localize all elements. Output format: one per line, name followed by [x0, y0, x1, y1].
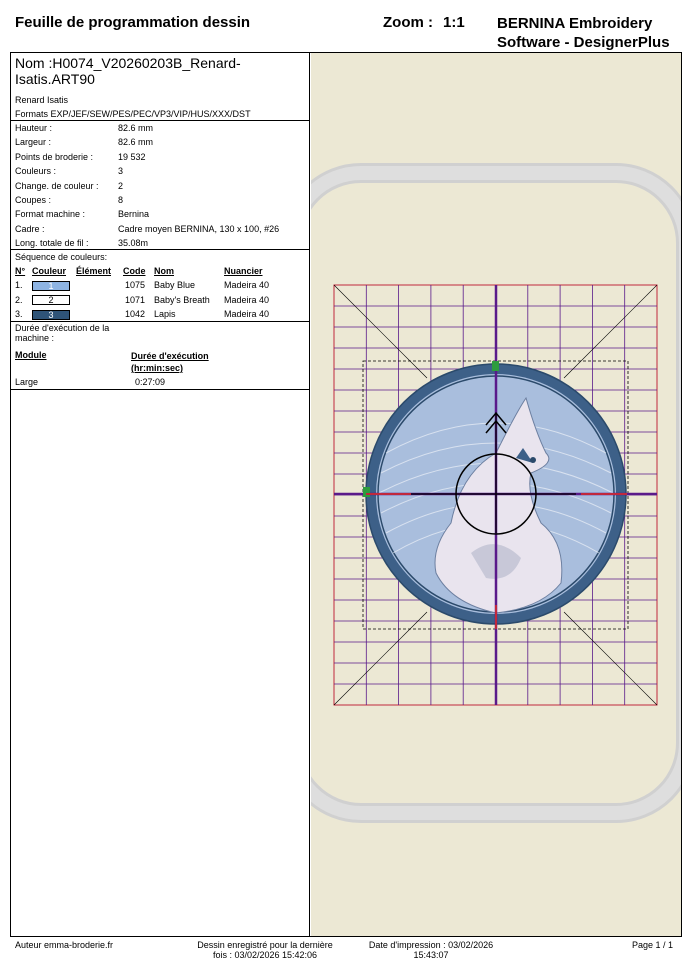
color-row-chart: Madeira 40 — [224, 309, 270, 319]
col-header-num: N° — [15, 266, 26, 276]
property-label: Hauteur : — [15, 123, 53, 133]
property-label: Coupes : — [15, 195, 52, 205]
design-subtitle: Renard Isatis — [15, 95, 69, 105]
property-value: 82.6 mm — [118, 123, 154, 133]
footer-print-date: Date d'impression : 03/02/2026 15:43:07 — [357, 940, 505, 960]
brand-line1: BERNINA Embroidery — [497, 15, 653, 32]
property-label: Points de broderie : — [15, 151, 94, 162]
property-value: 19 532 — [118, 151, 146, 162]
property-label: Couleurs : — [15, 166, 57, 177]
runtime-duration-header: Durée d'exécution (hr:min:sec) — [131, 350, 209, 374]
property-label: Cadre : — [15, 223, 45, 234]
property-label: Long. totale de fil : — [15, 238, 89, 249]
property-label: Change. de couleur : — [15, 180, 99, 191]
footer-saved: Dessin enregistré pour la dernière fois … — [185, 940, 345, 960]
property-value: 8 — [118, 195, 124, 205]
divider — [11, 120, 310, 121]
brand-line2: Software - DesignerPlus — [497, 34, 670, 51]
color-row-code: 1075 — [125, 280, 146, 290]
footer-author: Auteur emma-broderie.fr — [15, 940, 114, 950]
footer-saved-line1: Dessin enregistré pour la dernière — [197, 940, 333, 950]
col-header-element: Élément — [76, 266, 112, 276]
color-swatch: 2 — [32, 295, 70, 305]
zoom-value: 1:1 — [443, 14, 465, 31]
property-value: Cadre moyen BERNINA, 130 x 100, #26 — [118, 223, 280, 234]
col-header-code: Code — [123, 266, 146, 276]
brand-label: BERNINA Embroidery Software - DesignerPl… — [497, 14, 670, 52]
divider — [11, 249, 310, 250]
design-name-line2: Isatis.ART90 — [15, 71, 95, 87]
footer-print-line1: Date d'impression : 03/02/2026 — [368, 940, 494, 950]
property-value: 82.6 mm — [118, 137, 154, 148]
property-label: Format machine : — [15, 209, 86, 220]
col-header-color: Couleur — [32, 266, 67, 276]
color-row-code: 1042 — [125, 309, 146, 319]
color-swatch: 3 — [32, 309, 70, 320]
property-value: Bernina — [118, 209, 150, 220]
divider — [11, 321, 310, 322]
runtime-duration-header-line1: Durée d'exécution — [131, 351, 209, 361]
property-value: 3 — [118, 166, 124, 177]
color-row-chart: Madeira 40 — [224, 294, 270, 305]
page-title: Feuille de programmation dessin — [15, 14, 251, 31]
footer-page-number: Page 1 / 1 — [632, 940, 674, 950]
design-preview — [311, 53, 681, 936]
color-row-name: Baby Blue — [154, 280, 196, 290]
col-header-name: Nom — [154, 266, 174, 276]
color-row-code: 1071 — [125, 294, 146, 305]
runtime-title-line2: machine : — [15, 333, 55, 343]
runtime-module-header: Module — [15, 350, 47, 360]
color-row-number: 2. — [15, 294, 23, 305]
zoom-label: Zoom : — [383, 14, 433, 31]
preview-canvas — [311, 163, 681, 823]
color-sequence-title: Séquence de couleurs: — [15, 252, 108, 262]
property-value: 35.08m — [118, 238, 149, 249]
col-header-chart: Nuancier — [224, 266, 263, 276]
property-label: Largeur : — [15, 137, 52, 148]
color-row-chart: Madeira 40 — [224, 280, 270, 290]
runtime-duration-header-line2: (hr:min:sec) — [131, 363, 184, 373]
footer-saved-line2: fois : 03/02/2026 15:42:06 — [212, 950, 318, 960]
runtime-title-line1: Durée d'exécution de la — [15, 323, 110, 333]
runtime-title: Durée d'exécution de la machine : — [15, 323, 109, 343]
property-value: 2 — [118, 180, 124, 191]
color-row-name: Lapis — [154, 309, 176, 319]
color-swatch: 1 — [32, 280, 70, 291]
design-formats: Formats EXP/JEF/SEW/PES/PEC/VP3/VIP/HUS/… — [15, 109, 251, 119]
footer-print-line2: 15:43:07 — [413, 950, 449, 960]
design-name: Nom :H0074_V20260203B_Renard- Isatis.ART… — [15, 55, 305, 87]
runtime-duration: 0:27:09 — [135, 377, 166, 387]
design-name-line1: Nom :H0074_V20260203B_Renard- — [15, 55, 241, 71]
color-row-number: 3. — [15, 309, 23, 319]
color-row-number: 1. — [15, 280, 23, 290]
divider — [11, 389, 310, 390]
runtime-module: Large — [15, 377, 39, 387]
color-row-name: Baby's Breath — [154, 294, 210, 305]
